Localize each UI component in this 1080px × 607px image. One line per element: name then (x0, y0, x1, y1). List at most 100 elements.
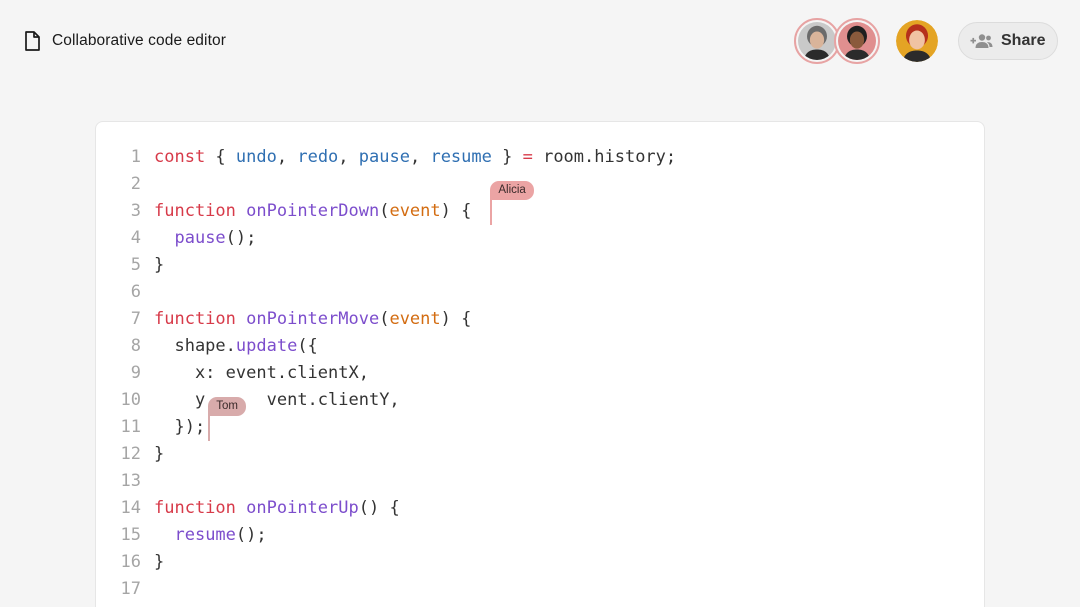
line-text[interactable]: } (154, 252, 164, 279)
code-token: () { (358, 498, 400, 518)
code-token: } (154, 552, 165, 572)
code-line[interactable]: 8 shape.update({ (96, 333, 984, 360)
code-token: onPointerMove (246, 309, 380, 329)
code-line[interactable]: 17 (96, 576, 984, 603)
code-line[interactable]: 16} (96, 549, 984, 576)
code-token: ) { (440, 309, 472, 329)
code-line[interactable]: 4 pause(); (96, 225, 984, 252)
code-token: room.history; (532, 147, 677, 167)
cursor-name-tag: Tom (208, 397, 246, 416)
code-token: function (154, 309, 236, 329)
line-text[interactable]: }); (154, 414, 205, 441)
line-number: 5 (130, 255, 141, 275)
code-token: (); (235, 525, 267, 545)
code-line[interactable]: 9 x: event.clientX, (96, 360, 984, 387)
code-line[interactable]: 11 }); (96, 414, 984, 441)
code-editor[interactable]: 1 const { undo, redo, pause, resume } = r… (95, 121, 985, 607)
line-text[interactable]: resume(); (154, 522, 267, 549)
line-number: 17 (120, 579, 141, 599)
code-line[interactable]: 1 const { undo, redo, pause, resume } = r… (96, 144, 984, 171)
code-token: onPointerDown (246, 201, 380, 221)
line-number: 13 (120, 471, 141, 491)
line-number: 8 (130, 336, 141, 356)
code-token: }); (154, 417, 206, 437)
code-line[interactable]: 13 (96, 468, 984, 495)
document-header: Collaborative code editor (24, 31, 226, 51)
line-number: 4 (130, 228, 141, 248)
code-token: function (154, 498, 236, 518)
line-number: 7 (130, 309, 141, 329)
code-token: onPointerUp (246, 498, 359, 518)
code-line[interactable]: 6 (96, 279, 984, 306)
line-text[interactable]: shape.update({ (154, 333, 318, 360)
avatar-photo (896, 20, 938, 62)
code-token: event (389, 201, 441, 221)
code-token: , (409, 147, 431, 167)
avatar-user-2[interactable] (834, 18, 880, 64)
code-token: undo (235, 147, 277, 167)
line-text[interactable]: function onPointerDown(event) { (154, 198, 471, 225)
line-number: 14 (120, 498, 141, 518)
collaborator-cursor (490, 198, 493, 225)
code-token: } (154, 444, 165, 464)
code-token: redo (297, 147, 339, 167)
line-number: 2 (130, 174, 141, 194)
code-line[interactable]: 15 resume(); (96, 522, 984, 549)
code-token: } (154, 255, 165, 275)
line-number: 3 (130, 201, 141, 221)
code-lines[interactable]: 1 const { undo, redo, pause, resume } = r… (96, 144, 984, 603)
line-number: 11 (120, 417, 141, 437)
code-line[interactable]: 14 function onPointerUp() { (96, 495, 984, 522)
code-token: ( (379, 309, 390, 329)
share-label: Share (1001, 32, 1046, 49)
code-token: ) { (440, 201, 472, 221)
document-icon (24, 31, 40, 51)
avatar-user-3[interactable] (896, 20, 938, 62)
code-token: const (154, 147, 206, 167)
code-token: ( (379, 201, 390, 221)
top-bar: Collaborative code editor Share (0, 0, 1080, 82)
code-token: ({ (297, 336, 318, 356)
code-token: (); (225, 228, 257, 248)
code-line[interactable]: 5} (96, 252, 984, 279)
code-token: x: event.clientX, (154, 363, 369, 383)
line-text[interactable]: const { undo, redo, pause, resume } = ro… (154, 144, 676, 171)
line-text[interactable]: function onPointerUp() { (154, 495, 400, 522)
code-token: function (154, 201, 236, 221)
line-text[interactable]: } (154, 549, 164, 576)
cursor-name-tag: Alicia (490, 181, 534, 200)
code-line[interactable]: 7 function onPointerMove(event) { (96, 306, 984, 333)
line-number: 10 (120, 390, 141, 410)
line-number: 15 (120, 525, 141, 545)
line-text[interactable]: y vent.clientY, (154, 387, 400, 414)
code-token: , (338, 147, 359, 167)
code-token: vent.clientY, (266, 390, 400, 410)
code-token: shape. (154, 336, 236, 356)
code-line[interactable]: 3 function onPointerDown(event) { (96, 198, 984, 225)
line-number: 16 (120, 552, 141, 572)
document-title: Collaborative code editor (52, 32, 226, 49)
code-token: , (276, 147, 298, 167)
line-number: 6 (130, 282, 141, 302)
line-text[interactable]: function onPointerMove(event) { (154, 306, 471, 333)
code-token: pause (174, 228, 226, 248)
code-token: { (205, 147, 236, 167)
share-button[interactable]: Share (958, 22, 1058, 60)
line-text[interactable]: pause(); (154, 225, 256, 252)
code-line[interactable]: 12} (96, 441, 984, 468)
line-text[interactable]: } (154, 441, 164, 468)
code-token: pause (358, 147, 410, 167)
code-token: resume (430, 147, 492, 167)
collaborator-cursor (208, 414, 211, 441)
code-token: = (522, 147, 533, 167)
line-text[interactable]: x: event.clientX, (154, 360, 369, 387)
line-number: 12 (120, 444, 141, 464)
code-line[interactable]: 2 (96, 171, 984, 198)
line-number: 9 (130, 363, 141, 383)
line-number: 1 (130, 147, 141, 167)
